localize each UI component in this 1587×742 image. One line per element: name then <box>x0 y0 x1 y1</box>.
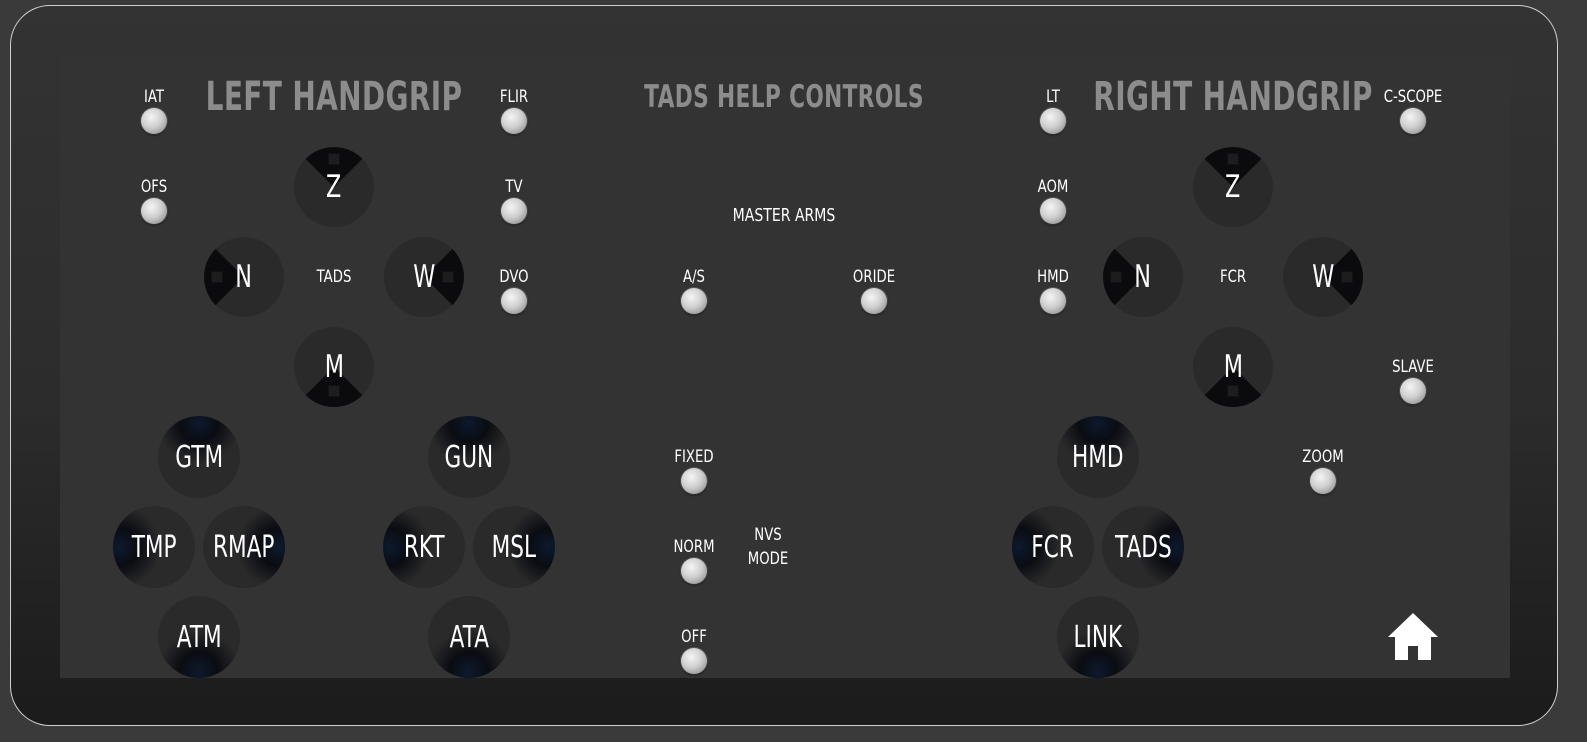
hmd-switch-button[interactable] <box>1040 288 1066 314</box>
gun-button[interactable]: GUN <box>428 416 510 498</box>
fcr-hat-label: FCR <box>1219 267 1247 287</box>
rmap-label: RMAP <box>213 529 275 565</box>
fcr-select-label: FCR <box>1031 529 1075 565</box>
ata-label: ATA <box>449 619 489 655</box>
zoom-label: ZOOM <box>1302 447 1344 467</box>
hat-right-indicator-icon <box>1341 271 1353 283</box>
iat-button[interactable] <box>141 108 167 134</box>
ofs-label: OFS <box>140 177 168 197</box>
left-tads-hat-label: TADS <box>316 267 352 287</box>
ofs-button[interactable] <box>141 198 167 224</box>
hat-left-indicator-icon <box>211 271 223 283</box>
msl-label: MSL <box>491 529 537 565</box>
hmd-switch-label: HMD <box>1037 267 1069 287</box>
aom-label: AOM <box>1037 177 1069 197</box>
fixed-label: FIXED <box>674 447 714 467</box>
tv-button[interactable] <box>501 198 527 224</box>
left-hat-up-button[interactable]: Z <box>294 147 374 227</box>
link-select-button[interactable]: LINK <box>1057 596 1139 678</box>
tads-select-button[interactable]: TADS <box>1102 506 1184 588</box>
flir-button[interactable] <box>501 108 527 134</box>
right-hat-left-label: N <box>1134 259 1152 295</box>
right-hat-up-label: Z <box>1225 169 1241 205</box>
right-hat-left-button[interactable]: N <box>1103 237 1183 317</box>
oride-button[interactable] <box>861 288 887 314</box>
rkt-button[interactable]: RKT <box>383 506 465 588</box>
gtm-label: GTM <box>175 439 223 475</box>
rmap-button[interactable]: RMAP <box>203 506 285 588</box>
atm-label: ATM <box>176 619 222 655</box>
hat-up-indicator-icon <box>328 153 340 165</box>
aom-button[interactable] <box>1040 198 1066 224</box>
norm-label: NORM <box>673 537 715 557</box>
home-icon[interactable] <box>1386 610 1440 664</box>
right-hat-up-button[interactable]: Z <box>1193 147 1273 227</box>
off-button[interactable] <box>681 648 707 674</box>
right-hat-right-label: W <box>1311 259 1335 295</box>
dvo-button[interactable] <box>501 288 527 314</box>
hmd-select-button[interactable]: HMD <box>1057 416 1139 498</box>
right-hat-down-label: M <box>1223 349 1243 385</box>
as-button[interactable] <box>681 288 707 314</box>
tv-label: TV <box>505 177 523 197</box>
tmp-label: TMP <box>131 529 177 565</box>
left-hat-left-button[interactable]: N <box>204 237 284 317</box>
c-scope-label: C-SCOPE <box>1383 87 1443 107</box>
oride-label: ORIDE <box>852 267 896 287</box>
rkt-label: RKT <box>403 529 445 565</box>
c-scope-button[interactable] <box>1400 108 1426 134</box>
slave-button[interactable] <box>1400 378 1426 404</box>
zoom-button[interactable] <box>1310 468 1336 494</box>
left-hat-right-button[interactable]: W <box>384 237 464 317</box>
iat-label: IAT <box>143 87 165 107</box>
link-select-label: LINK <box>1073 619 1123 655</box>
master-arms-label: MASTER ARMS <box>732 205 836 226</box>
dvo-label: DVO <box>499 267 529 287</box>
atm-button[interactable]: ATM <box>158 596 240 678</box>
control-panel <box>60 54 1510 678</box>
hat-down-indicator-icon <box>1227 385 1239 397</box>
hat-down-indicator-icon <box>328 385 340 397</box>
left-hat-left-label: N <box>235 259 253 295</box>
gtm-button[interactable]: GTM <box>158 416 240 498</box>
tads-help-controls-title: TADS HELP CONTROLS <box>644 79 924 115</box>
slave-label: SLAVE <box>1392 357 1434 377</box>
right-hat-right-button[interactable]: W <box>1283 237 1363 317</box>
norm-button[interactable] <box>681 558 707 584</box>
hat-right-indicator-icon <box>442 271 454 283</box>
lt-label: LT <box>1046 87 1060 107</box>
left-hat-down-label: M <box>324 349 344 385</box>
nvs-mode-label-line2: MODE <box>747 549 789 569</box>
fixed-button[interactable] <box>681 468 707 494</box>
msl-button[interactable]: MSL <box>473 506 555 588</box>
lt-button[interactable] <box>1040 108 1066 134</box>
left-hat-right-label: W <box>412 259 436 295</box>
fcr-select-button[interactable]: FCR <box>1012 506 1094 588</box>
as-label: A/S <box>683 267 705 287</box>
left-hat-down-button[interactable]: M <box>294 327 374 407</box>
left-handgrip-title: LEFT HANDGRIP <box>205 74 463 120</box>
nvs-mode-label-line1: NVS <box>754 525 782 545</box>
ata-button[interactable]: ATA <box>428 596 510 678</box>
tads-select-label: TADS <box>1114 529 1172 565</box>
hat-up-indicator-icon <box>1227 153 1239 165</box>
right-handgrip-title: RIGHT HANDGRIP <box>1093 74 1373 120</box>
hmd-select-label: HMD <box>1072 439 1124 475</box>
flir-label: FLIR <box>499 87 529 107</box>
left-hat-up-label: Z <box>326 169 342 205</box>
gun-label: GUN <box>444 439 494 475</box>
hat-left-indicator-icon <box>1110 271 1122 283</box>
tmp-button[interactable]: TMP <box>113 506 195 588</box>
off-label: OFF <box>681 627 707 647</box>
right-hat-down-button[interactable]: M <box>1193 327 1273 407</box>
